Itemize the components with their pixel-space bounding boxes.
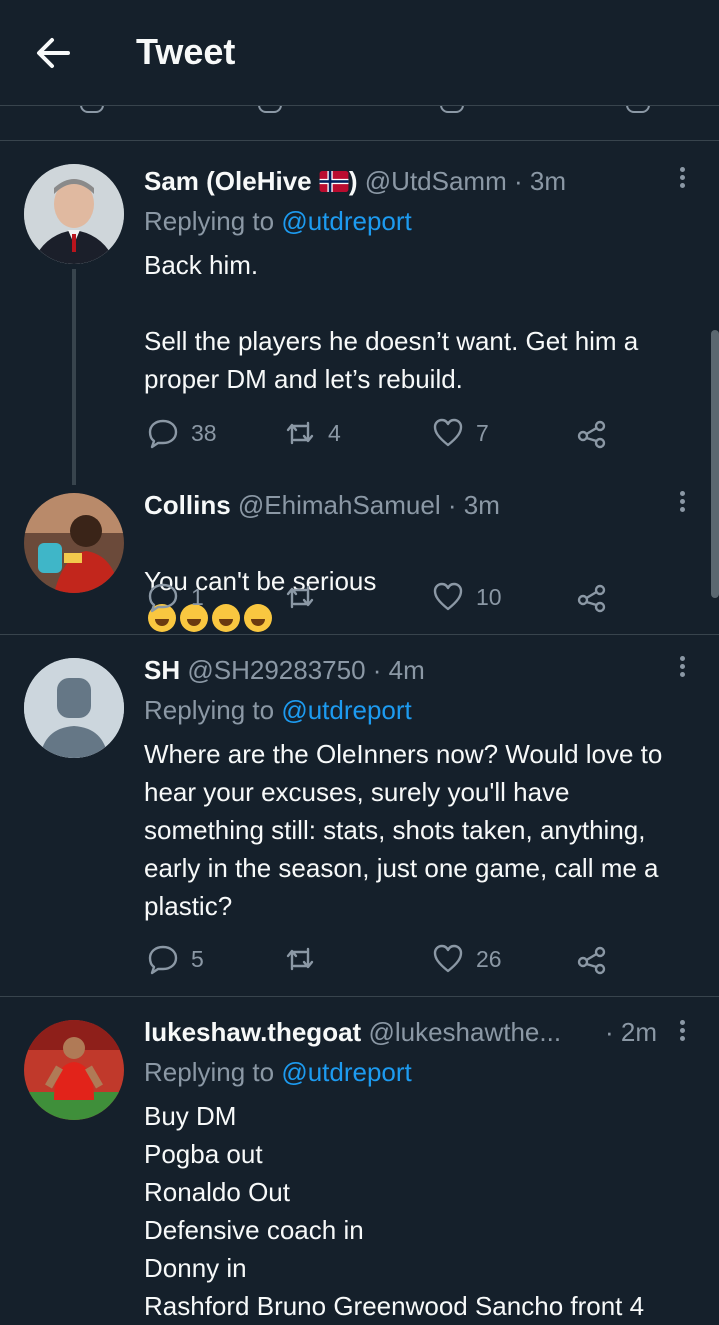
avatar[interactable] xyxy=(24,658,124,758)
tweet-header: Collins @EhimahSamuel · 3m xyxy=(144,490,500,521)
share-button[interactable] xyxy=(576,416,608,450)
share-icon xyxy=(577,946,606,975)
heart-icon xyxy=(433,944,463,973)
avatar[interactable] xyxy=(24,164,124,264)
reply-button[interactable]: 38 xyxy=(147,416,217,450)
reply-button[interactable]: 5 xyxy=(147,942,204,976)
retweet-icon xyxy=(286,585,314,609)
replying-prefix: Replying to xyxy=(144,1057,282,1087)
replying-to: Replying to @utdreport xyxy=(144,1057,412,1088)
page-title: Tweet xyxy=(136,31,236,72)
display-name[interactable]: Collins xyxy=(144,490,231,520)
timestamp[interactable]: · 3m xyxy=(514,166,566,196)
retweet-icon xyxy=(286,947,314,971)
avatar[interactable] xyxy=(24,1020,124,1120)
heart-icon xyxy=(433,418,463,447)
rolling-laughing-emoji-icon xyxy=(244,604,272,632)
replying-to: Replying to @utdreport xyxy=(144,206,412,237)
rolling-laughing-emoji-icon xyxy=(212,604,240,632)
mention-link[interactable]: @utdreport xyxy=(281,695,411,725)
retweet-button[interactable] xyxy=(284,942,328,976)
reply-count: 1 xyxy=(191,583,204,610)
app-header: Tweet xyxy=(0,0,719,106)
like-button[interactable]: 10 xyxy=(432,580,502,614)
reply-button[interactable]: 1 xyxy=(147,580,204,614)
replying-prefix: Replying to xyxy=(144,695,282,725)
reply-tweet[interactable]: SH @SH29283750 · 4m Replying to @utdrepo… xyxy=(0,635,719,996)
avatar[interactable] xyxy=(24,493,124,593)
display-name[interactable]: lukeshaw.thegoat xyxy=(144,1017,361,1047)
tweet-header: lukeshaw.thegoat @lukeshawthe... xyxy=(144,1017,561,1048)
main-tweet-actions-partial xyxy=(0,105,719,141)
replying-to: Replying to @utdreport xyxy=(144,695,412,726)
reply-tweet[interactable]: lukeshaw.thegoat @lukeshawthe... · 2m Re… xyxy=(0,997,719,1321)
retweet-icon xyxy=(286,421,314,445)
display-name[interactable]: Sam (OleHive xyxy=(144,166,312,196)
retweet-button[interactable]: 4 xyxy=(284,416,341,450)
mention-link[interactable]: @utdreport xyxy=(281,206,411,236)
reply-icon xyxy=(148,583,178,613)
tweet-text-row: You can't be serious xyxy=(144,524,704,638)
reply-count: 5 xyxy=(191,945,204,972)
share-button[interactable] xyxy=(576,942,608,976)
more-icon[interactable] xyxy=(670,1017,694,1047)
tweet-text: Where are the OleInners now? Would love … xyxy=(144,739,663,921)
retweet-button[interactable] xyxy=(284,580,328,614)
timestamp[interactable]: · 3m xyxy=(448,490,500,520)
reply-tweet[interactable]: Sam (OleHive ) @UtdSamm · 3m Replying to… xyxy=(0,141,719,485)
display-name[interactable]: SH xyxy=(144,655,180,685)
more-icon[interactable] xyxy=(670,164,694,194)
reply-icon xyxy=(148,945,178,975)
replying-prefix: Replying to xyxy=(144,206,282,236)
handle[interactable]: @UtdSamm xyxy=(365,166,507,196)
like-count: 7 xyxy=(476,419,489,446)
tweet-header: SH @SH29283750 · 4m xyxy=(144,655,425,686)
share-icon xyxy=(577,584,606,613)
like-button[interactable]: 26 xyxy=(432,942,502,976)
mention-link[interactable]: @utdreport xyxy=(281,1057,411,1087)
more-icon[interactable] xyxy=(670,653,694,683)
tweet-text: Back him. Sell the players he doesn’t wa… xyxy=(144,250,639,394)
like-count: 10 xyxy=(476,583,502,610)
timestamp[interactable]: · 4m xyxy=(373,655,425,685)
reply-icon xyxy=(148,419,178,449)
handle[interactable]: @SH29283750 xyxy=(187,655,365,685)
thread-line xyxy=(72,269,76,485)
tweet-text: Buy DM Pogba out Ronaldo Out Defensive c… xyxy=(144,1101,645,1321)
handle[interactable]: @EhimahSamuel xyxy=(238,490,441,520)
norway-flag-icon xyxy=(319,171,349,192)
timestamp[interactable]: · 2m xyxy=(605,1017,657,1048)
display-name-suffix: ) xyxy=(348,166,358,196)
share-button[interactable] xyxy=(576,580,608,614)
like-count: 26 xyxy=(476,945,502,972)
retweet-count: 4 xyxy=(328,419,341,446)
reply-count: 38 xyxy=(191,419,217,446)
tweet-header: Sam (OleHive ) @UtdSamm · 3m xyxy=(144,166,566,197)
like-button[interactable]: 7 xyxy=(432,416,489,450)
handle[interactable]: @lukeshawthe... xyxy=(368,1017,561,1047)
share-icon xyxy=(577,420,606,449)
reply-tweet[interactable]: Collins @EhimahSamuel · 3m You can't be … xyxy=(0,474,719,634)
heart-icon xyxy=(433,582,463,611)
arrow-left-icon[interactable] xyxy=(30,30,76,76)
more-icon[interactable] xyxy=(670,488,694,518)
scrollbar[interactable] xyxy=(711,330,719,598)
